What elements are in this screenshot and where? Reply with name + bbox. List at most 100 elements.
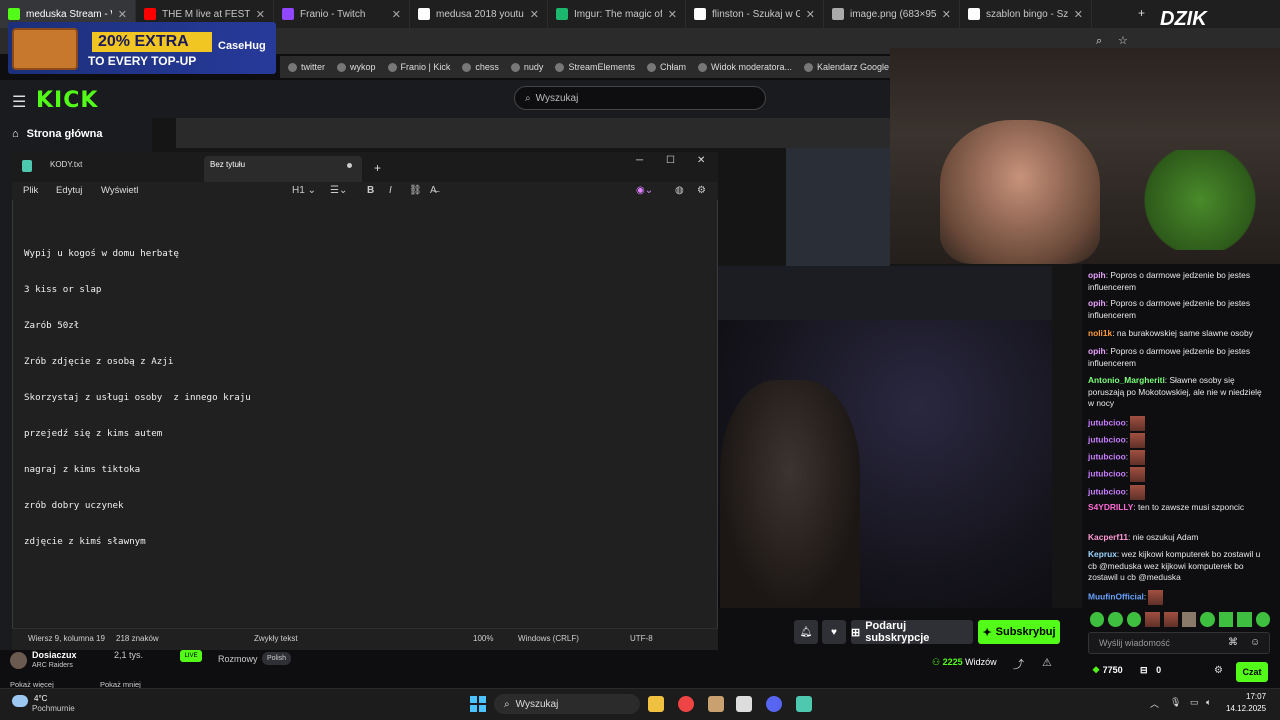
status-encoding[interactable]: UTF-8 xyxy=(630,634,653,643)
report-icon[interactable]: ⚠ xyxy=(1042,656,1052,669)
list-icon[interactable]: ☰⌄ xyxy=(330,185,347,196)
weather-desc[interactable]: Pochmurnie xyxy=(32,704,75,713)
tag-rozmowy[interactable]: Rozmowy xyxy=(218,654,258,664)
emote-icon[interactable] xyxy=(1163,612,1179,627)
bookmark-item[interactable]: Chłam xyxy=(646,62,686,72)
channel-game[interactable]: ARC Raiders xyxy=(32,662,73,669)
status-line-ending[interactable]: Windows (CRLF) xyxy=(518,634,579,643)
emote-icon[interactable] xyxy=(1237,612,1252,627)
menu-edit[interactable]: Edytuj xyxy=(56,185,82,196)
unsaved-dot-icon[interactable] xyxy=(347,163,352,168)
close-tab-icon[interactable]: ✕ xyxy=(942,8,951,21)
chat-username[interactable]: jutubcioo xyxy=(1088,487,1126,497)
tab-kody[interactable]: KODY.txt xyxy=(50,160,82,169)
bookmark-item[interactable]: twitter xyxy=(288,62,325,72)
copilot-icon[interactable]: ◉⌄ xyxy=(636,185,653,196)
account-icon[interactable]: ◍ xyxy=(675,185,684,196)
bold-icon[interactable]: B xyxy=(367,185,374,196)
taskbar-search[interactable]: ⌕ Wyszukaj xyxy=(494,694,640,714)
bell-icon[interactable]: 🔔︎ xyxy=(794,620,818,644)
chrome-icon[interactable] xyxy=(678,696,694,712)
avatar[interactable] xyxy=(10,652,27,669)
subscribe-button[interactable]: ✦ Subskrybuj xyxy=(978,620,1060,644)
chat-username[interactable]: MuufinOfficial xyxy=(1088,592,1144,602)
clear-format-icon[interactable]: A̶ xyxy=(430,185,437,196)
menu-icon[interactable]: ☰ xyxy=(12,92,26,112)
bookmark-item[interactable]: wykop xyxy=(337,62,376,72)
emote-icon[interactable] xyxy=(1108,612,1123,627)
gift-sub-button[interactable]: ⊞ Podaruj subskrypcje xyxy=(851,620,973,644)
emote-icon[interactable] xyxy=(1200,612,1215,627)
chat-username[interactable]: jutubcioo xyxy=(1088,418,1126,428)
bookmark-item[interactable]: StreamElements xyxy=(555,62,635,72)
browser-tab[interactable]: medusa 2018 youtube - S ✕ xyxy=(410,0,548,28)
zoom-icon[interactable]: ⌕ xyxy=(1096,35,1102,48)
tag-polish[interactable]: Polish xyxy=(262,652,292,665)
chat-username[interactable]: opih xyxy=(1088,298,1106,308)
emote-icon[interactable] xyxy=(1255,612,1271,627)
clock-date[interactable]: 14.12.2025 xyxy=(1226,704,1266,713)
windows-start-icon[interactable] xyxy=(470,696,486,712)
chat-username[interactable]: noli1k xyxy=(1088,328,1112,338)
bookmark-item[interactable]: Widok moderatora... xyxy=(697,62,792,72)
browser-tab[interactable]: Imgur: The magic of the I ✕ xyxy=(548,0,686,28)
bookmark-item[interactable]: Franio | Kick xyxy=(387,62,450,72)
chat-username[interactable]: jutubcioo xyxy=(1088,435,1126,445)
chat-username[interactable]: Kacperf11 xyxy=(1088,532,1128,542)
minimize-button[interactable]: ─ xyxy=(636,155,643,166)
italic-icon[interactable]: I xyxy=(389,185,392,196)
close-tab-icon[interactable]: ✕ xyxy=(668,8,677,21)
mic-icon[interactable]: 🎙︎ xyxy=(1170,697,1181,708)
emote-icon[interactable] xyxy=(1182,612,1197,627)
heart-icon[interactable]: ♥ xyxy=(822,620,846,644)
discord-icon[interactable] xyxy=(766,696,782,712)
clock-time[interactable]: 17:07 xyxy=(1246,692,1266,701)
notepad-text-area[interactable]: Wypij u kogoś w domu herbatę 3 kiss or s… xyxy=(24,224,251,560)
new-tab-button[interactable]: + xyxy=(1138,6,1145,20)
close-tab-icon[interactable]: ✕ xyxy=(1074,8,1083,21)
bookmark-item[interactable]: Kalendarz Google -... xyxy=(804,62,902,72)
tray-chevron-icon[interactable]: ︿ xyxy=(1150,697,1159,710)
close-tab-icon[interactable]: ✕ xyxy=(392,8,401,21)
close-tab-icon[interactable]: ✕ xyxy=(530,8,539,21)
bookmark-star-icon[interactable]: ☆ xyxy=(1118,34,1128,47)
kick-logo[interactable]: KICK xyxy=(36,88,98,113)
emote-icon[interactable] xyxy=(1126,612,1142,627)
smile-icon[interactable]: ☺ xyxy=(1250,637,1260,648)
send-chat-button[interactable]: Czat xyxy=(1236,662,1268,682)
status-format[interactable]: Zwykły tekst xyxy=(254,634,298,643)
maximize-button[interactable]: ☐ xyxy=(666,155,675,166)
points-counter[interactable]: ❖ 7750 xyxy=(1092,665,1123,676)
menu-file[interactable]: Plik xyxy=(23,185,38,196)
share-icon[interactable]: ⤴ xyxy=(1013,656,1024,672)
emote-icon[interactable] xyxy=(1145,612,1160,627)
new-tab-button[interactable]: + xyxy=(374,161,381,175)
emote-icon[interactable] xyxy=(1090,612,1105,627)
close-tab-icon[interactable]: ✕ xyxy=(806,8,815,21)
menu-view[interactable]: Wyświetl xyxy=(101,185,138,196)
close-button[interactable]: ✕ xyxy=(697,155,705,166)
notepad-taskbar-icon[interactable] xyxy=(796,696,812,712)
bookmark-item[interactable]: chess xyxy=(462,62,499,72)
browser-tab[interactable]: Franio - Twitch ✕ xyxy=(274,0,410,28)
status-zoom[interactable]: 100% xyxy=(473,634,493,643)
close-tab-icon[interactable]: ✕ xyxy=(256,8,265,21)
chat-username[interactable]: jutubcioo xyxy=(1088,452,1126,462)
gift-counter[interactable]: ⊟ 0 xyxy=(1140,665,1161,676)
tab-bez-tytulu[interactable]: Bez tytułu xyxy=(210,160,245,169)
weather-temp[interactable]: 4°C xyxy=(34,694,47,703)
chat-username[interactable]: opih xyxy=(1088,346,1106,356)
chat-username[interactable]: jutubcioo xyxy=(1088,469,1126,479)
link-icon[interactable]: ⛓ xyxy=(409,185,422,196)
heading-dropdown[interactable]: H1 ⌄ xyxy=(292,185,316,196)
emote-picker-icon[interactable]: ⌘ xyxy=(1228,637,1238,648)
bookmark-item[interactable]: nudy xyxy=(510,62,543,72)
network-icon[interactable]: ▭ xyxy=(1190,697,1199,708)
chat-settings-icon[interactable]: ⚙ xyxy=(1214,665,1223,676)
app-icon[interactable] xyxy=(708,696,724,712)
chat-input[interactable]: Wyślij wiadomość xyxy=(1088,632,1270,654)
browser-tab[interactable]: image.png (683×953) ✕ xyxy=(824,0,960,28)
kick-search-input[interactable]: ⌕ Wyszukaj xyxy=(514,86,766,110)
settings-icon[interactable]: ⚙ xyxy=(697,185,706,196)
emote-icon[interactable] xyxy=(1218,612,1234,627)
